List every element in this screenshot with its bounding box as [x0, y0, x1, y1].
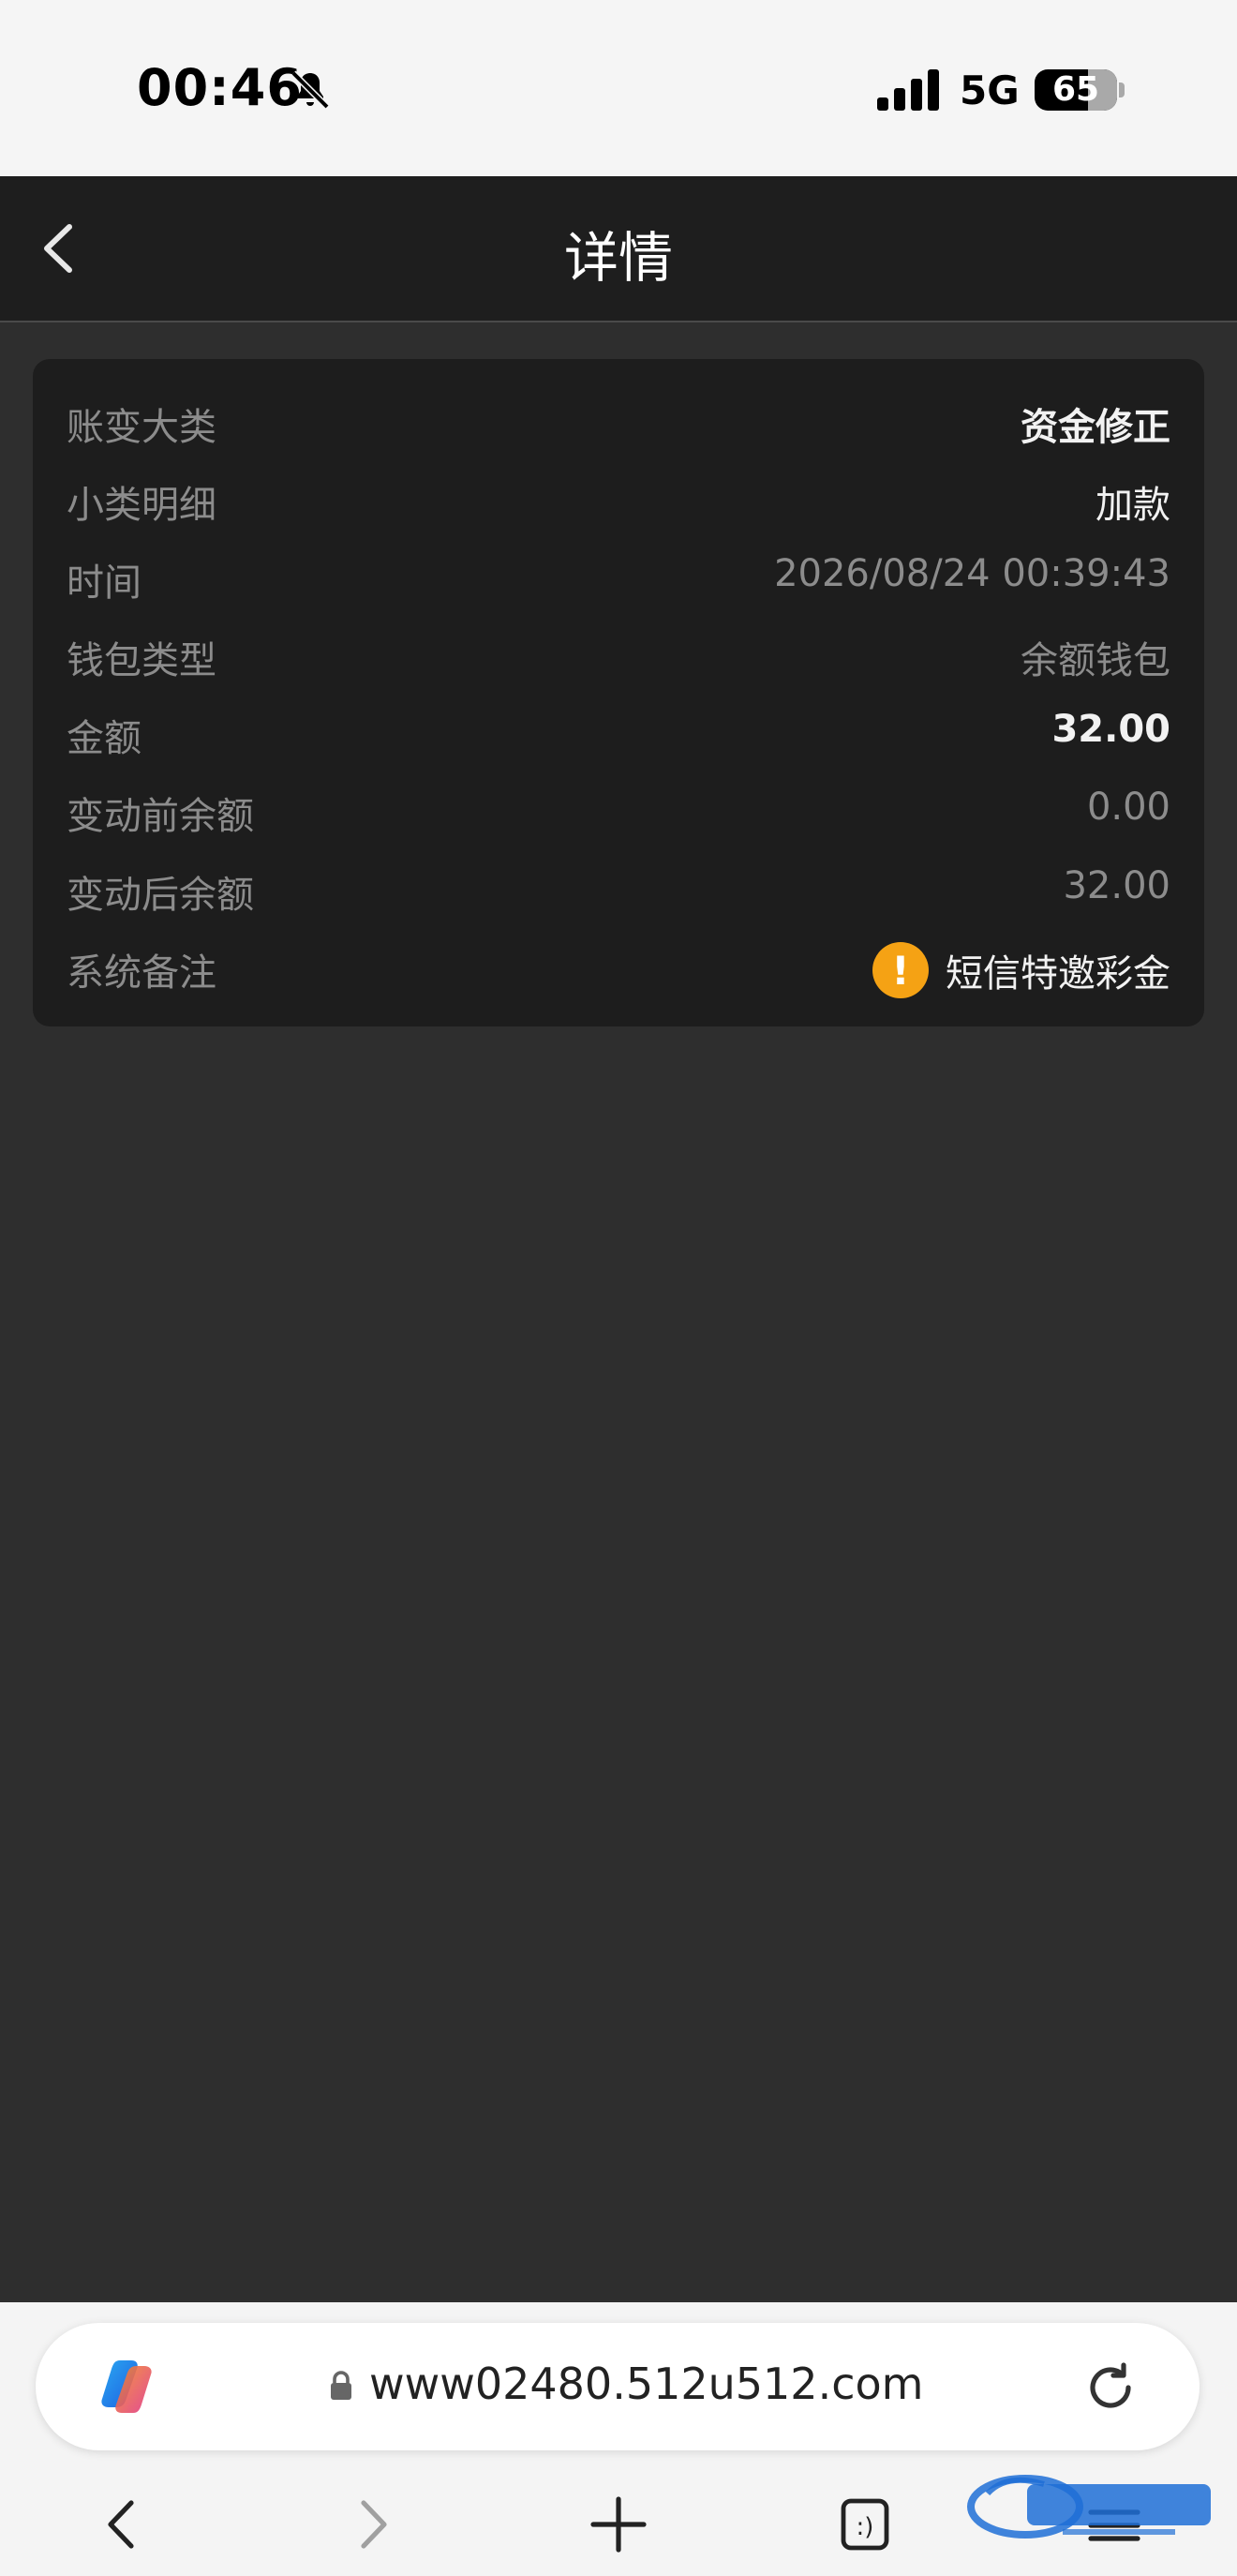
row-label: 变动前余额 — [67, 795, 254, 838]
tabs-glyph: :) — [857, 2513, 874, 2541]
row-label: 时间 — [67, 562, 142, 605]
system-note: ! 短信特邀彩金 — [872, 942, 1170, 998]
row-value: 32.00 — [1063, 864, 1170, 907]
row-value: 资金修正 — [1021, 406, 1170, 449]
row-label: 系统备注 — [67, 951, 216, 995]
detail-row: 小类明细 加款 — [67, 465, 1170, 527]
tabs-icon[interactable]: :) — [832, 2492, 898, 2557]
row-value: 2026/08/24 00:39:43 — [774, 552, 1170, 595]
status-time: 00:46 — [137, 58, 303, 117]
address-bar[interactable]: www02480.512u512.com — [36, 2323, 1200, 2450]
new-tab-icon[interactable] — [586, 2492, 651, 2557]
row-label: 账变大类 — [67, 406, 216, 449]
row-value: 余额钱包 — [1021, 639, 1170, 682]
detail-row: 钱包类型 余额钱包 — [67, 621, 1170, 682]
row-value: 32.00 — [1051, 708, 1170, 751]
battery-icon: 65 — [1035, 69, 1117, 111]
url-text[interactable]: www02480.512u512.com — [369, 2359, 923, 2409]
detail-row: 账变大类 资金修正 — [67, 387, 1170, 449]
detail-row: 金额 32.00 — [67, 698, 1170, 760]
nav-forward-icon[interactable] — [339, 2492, 405, 2557]
detail-row: 变动前余额 0.00 — [67, 776, 1170, 838]
row-value: 加款 — [1095, 484, 1170, 527]
status-bar: 00:46 5G 65 — [0, 0, 1237, 176]
warning-icon: ! — [872, 942, 929, 998]
watermark-logo — [967, 2475, 1211, 2539]
row-value: 0.00 — [1086, 786, 1170, 829]
detail-card: 账变大类 资金修正 小类明细 加款 时间 2026/08/24 00:39:43… — [33, 359, 1204, 1026]
reload-icon[interactable] — [1083, 2360, 1138, 2415]
network-type: 5G — [960, 67, 1020, 113]
detail-row: 变动后余额 32.00 — [67, 855, 1170, 917]
row-label: 钱包类型 — [67, 639, 216, 682]
row-label: 小类明细 — [67, 484, 216, 527]
bell-muted-icon — [291, 70, 330, 110]
page-title: 详情 — [563, 226, 673, 290]
signal-icon — [877, 69, 939, 111]
row-value: 短信特邀彩金 — [946, 952, 1170, 996]
row-label: 金额 — [67, 717, 142, 760]
detail-row: 系统备注 ! 短信特邀彩金 — [67, 933, 1170, 998]
detail-row: 时间 2026/08/24 00:39:43 — [67, 543, 1170, 605]
nav-back-icon[interactable] — [90, 2492, 156, 2557]
battery-tip — [1119, 82, 1125, 97]
lock-icon — [331, 2371, 351, 2400]
page-header: 详情 — [0, 176, 1237, 322]
row-label: 变动后余额 — [67, 874, 254, 917]
battery-level: 65 — [1051, 70, 1100, 109]
copilot-icon[interactable] — [94, 2357, 159, 2417]
